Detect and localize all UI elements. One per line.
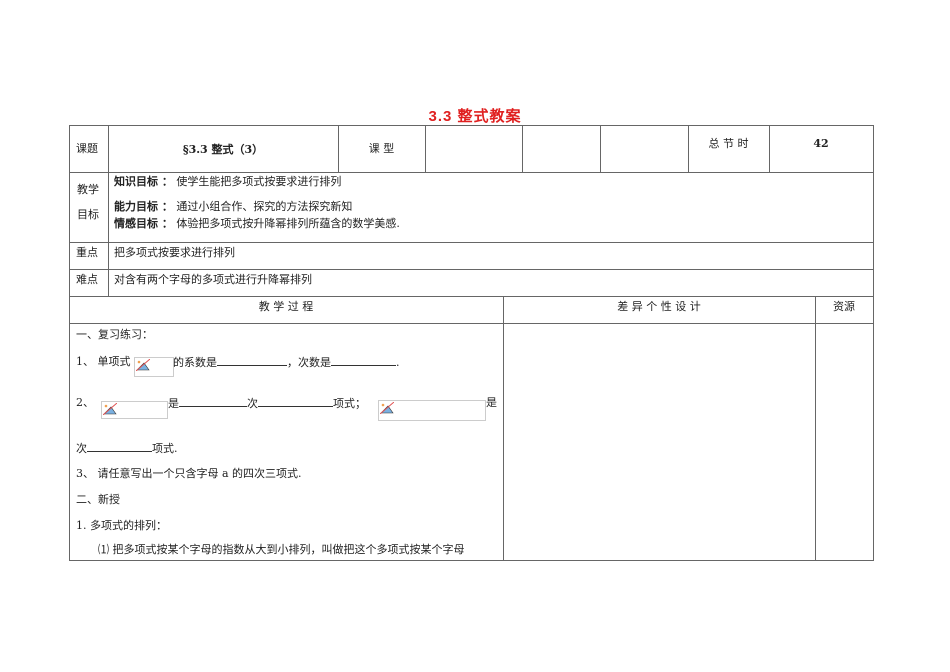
q2-label: 2、 [76, 396, 94, 409]
col-divider [815, 296, 816, 560]
objective-emotion: 情感目标 ： 体验把多项式按升降幂排列所蕴含的数学美感. [114, 217, 400, 231]
section-new: 二、新授 [76, 493, 120, 506]
topic: §3.3 整式（3） [182, 143, 264, 156]
text: ，次数是 [287, 356, 331, 369]
q2-text-end: 是 [486, 396, 497, 409]
process-header: 教 学 过 程 [258, 300, 314, 313]
key-text: 把多项式按要求进行排列 [114, 246, 235, 259]
q1-label: 1、 单项式 [76, 355, 131, 368]
text: 次 [76, 442, 87, 455]
section-review: 一、复习练习： [76, 328, 153, 341]
answer-blank[interactable] [179, 396, 247, 407]
answer-blank[interactable] [331, 355, 396, 366]
resources-header: 资源 [833, 300, 855, 313]
objective-text: 使学生能把多项式按要求进行排列 [176, 175, 342, 188]
broken-image-icon [134, 357, 174, 377]
col-divider [425, 125, 426, 172]
answer-blank[interactable] [87, 441, 152, 452]
type-label: 课 型 [368, 142, 395, 155]
table-border [69, 125, 874, 126]
text: 次 [247, 397, 258, 410]
col-divider [503, 296, 504, 560]
document-title: 3.3 整式教案 [428, 108, 522, 125]
objective-name: 情感目标 ： [114, 217, 173, 230]
objective-text: 体验把多项式按升降幂排列所蕴含的数学美感. [176, 217, 400, 230]
q3: 3、 请任意写出一个只含字母 a 的四次三项式. [76, 467, 302, 480]
objective-text: 通过小组合作、探究的方法探究新知 [176, 200, 353, 213]
topic-label: 课题 [76, 142, 98, 155]
row-divider [69, 269, 874, 270]
topic-arrangement: 1. 多项式的排列： [76, 519, 167, 532]
row-divider [69, 172, 874, 173]
total-value: 42 [813, 137, 829, 150]
difficulty-label: 难点 [76, 273, 98, 286]
table-border [873, 125, 874, 560]
text: . [396, 356, 400, 369]
text: 项式. [152, 442, 178, 455]
document-page: 3.3 整式教案 课题 §3.3 整式（3） 课 型 总 节 时 42 教学 目… [0, 0, 950, 672]
row-divider [69, 323, 874, 324]
table-border [69, 560, 874, 561]
row-divider [69, 296, 874, 297]
col-divider [522, 125, 523, 172]
broken-image-icon [101, 401, 168, 419]
col-divider [600, 125, 601, 172]
key-label: 重点 [76, 246, 98, 259]
objectives-label: 目标 [77, 208, 99, 221]
answer-blank[interactable] [258, 396, 333, 407]
objective-ability: 能力目标 ： 通过小组合作、探究的方法探究新知 [114, 200, 352, 214]
objective-knowledge: 知识目标 ： 使学生能把多项式按要求进行排列 [114, 175, 341, 189]
text: 项式； [333, 397, 366, 410]
objective-name: 能力目标 ： [114, 200, 173, 213]
answer-blank[interactable] [217, 355, 287, 366]
design-header: 差 异 个 性 设 计 [617, 300, 701, 313]
text: 是 [168, 397, 179, 410]
objectives-label: 教学 [77, 183, 99, 196]
difficulty-text: 对含有两个字母的多项式进行升降幂排列 [114, 273, 312, 286]
row-divider [69, 242, 874, 243]
q2-text: 是 次 项式； [168, 396, 366, 411]
total-label: 总 节 时 [708, 137, 749, 150]
q1-text: 的系数是 ，次数是. [173, 355, 400, 370]
objective-name: 知识目标 ： [114, 175, 173, 188]
text: 的系数是 [173, 356, 217, 369]
definition-text: ⑴ 把多项式按某个字母的指数从大到小排列，叫做把这个多项式按某个字母 [98, 543, 465, 556]
q2-cont: 次 项式. [76, 441, 178, 456]
broken-image-icon [378, 400, 486, 421]
table-border [69, 125, 70, 560]
